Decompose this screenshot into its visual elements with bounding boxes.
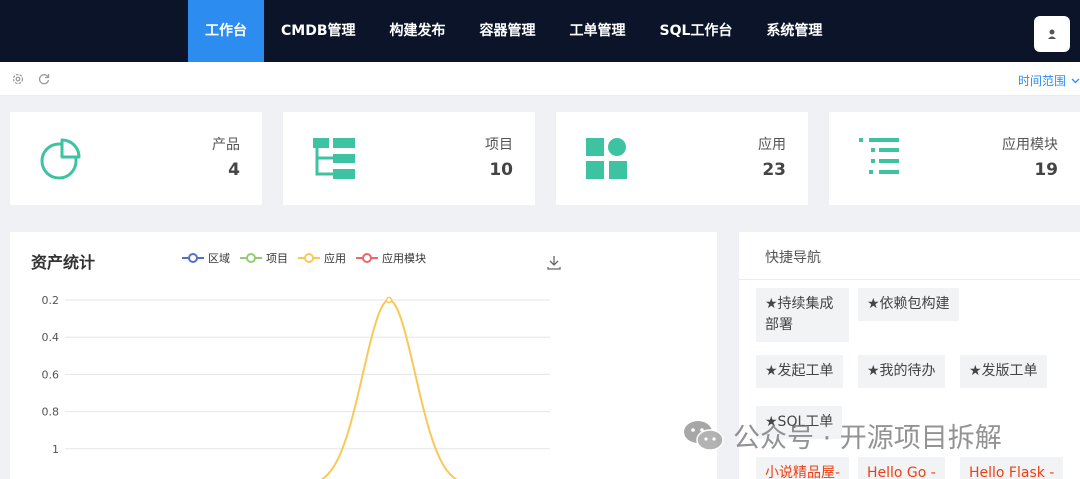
nav-item-sql-workbench[interactable]: SQL工作台 [643, 0, 750, 62]
stat-value: 10 [489, 160, 513, 180]
nav-item-build-release[interactable]: 构建发布 [373, 0, 463, 62]
data-point[interactable] [385, 296, 393, 304]
quick-nav-item-my-todo[interactable]: ★我的待办 [858, 355, 945, 388]
stat-label: 应用 [758, 137, 786, 153]
nav-item-system[interactable]: 系统管理 [749, 0, 839, 62]
stat-value: 4 [228, 160, 240, 180]
y-tick-label: 0.8 [42, 406, 60, 419]
quick-nav-item-dependency-build[interactable]: ★依赖包构建 [858, 288, 959, 321]
chevron-down-icon [1071, 78, 1080, 83]
apps-grid-icon [586, 138, 627, 179]
list-icon [859, 138, 899, 174]
time-range-label: 时间范围 [1017, 74, 1066, 88]
gear-icon[interactable] [11, 72, 25, 86]
quick-nav-link-hello-flask[interactable]: Hello Flask - [960, 457, 1064, 479]
asset-line-chart: 1 0.8 0.6 0.4 0.2 [42, 294, 550, 479]
stat-label: 应用模块 [1002, 137, 1058, 153]
stat-value: 23 [762, 160, 786, 180]
y-tick-label: 0.2 [42, 294, 60, 307]
quick-nav-item-release-ticket[interactable]: ★发版工单 [960, 355, 1047, 388]
pie-chart-icon [40, 138, 81, 180]
quick-nav-link-novel[interactable]: 小说精品屋- [756, 457, 850, 479]
top-navbar: 工作台 CMDB管理 构建发布 容器管理 工单管理 SQL工作台 系统管理 [0, 0, 1080, 62]
stat-card-product[interactable]: 产品 4 [10, 112, 262, 205]
stat-label: 产品 [212, 137, 240, 153]
tree-structure-icon [313, 138, 355, 179]
quick-nav-item-create-ticket[interactable]: ★发起工单 [756, 355, 843, 388]
quick-nav-item-ci-deploy[interactable]: ★持续集成部署 [756, 288, 849, 342]
nav-item-cmdb[interactable]: CMDB管理 [264, 0, 373, 62]
user-icon [1048, 29, 1056, 39]
user-avatar[interactable] [1034, 16, 1070, 52]
divider [739, 279, 1080, 280]
watermark: 公众号 · 开源项目拆解 [683, 416, 1002, 455]
y-tick-label: 1 [52, 443, 59, 456]
series-line [320, 299, 458, 479]
wechat-icon [684, 420, 724, 451]
refresh-icon[interactable] [37, 72, 51, 86]
time-range-dropdown[interactable]: 时间范围 [1018, 72, 1080, 89]
main-nav: 工作台 CMDB管理 构建发布 容器管理 工单管理 SQL工作台 系统管理 [188, 0, 839, 62]
stat-label: 项目 [485, 137, 513, 153]
stat-card-app-module[interactable]: 应用模块 19 [829, 112, 1080, 205]
quick-nav-title: 快捷导航 [765, 250, 821, 266]
nav-item-ticket[interactable]: 工单管理 [553, 0, 643, 62]
y-tick-label: 0.4 [42, 331, 60, 344]
nav-item-workbench[interactable]: 工作台 [188, 0, 264, 62]
watermark-text: 公众号 · 开源项目拆解 [733, 423, 1002, 454]
stat-card-application[interactable]: 应用 23 [556, 112, 808, 205]
stat-card-project[interactable]: 项目 10 [283, 112, 535, 205]
stat-value: 19 [1034, 160, 1058, 180]
quick-nav-link-hello-go[interactable]: Hello Go - [858, 457, 945, 479]
sub-toolbar: 时间范围 [0, 62, 1080, 96]
asset-chart-panel: 资产统计 区域 项目 应用 应用模块 1 0.8 0.6 0.4 0.2 [10, 232, 717, 479]
nav-item-container[interactable]: 容器管理 [463, 0, 553, 62]
y-tick-label: 0.6 [42, 368, 60, 381]
